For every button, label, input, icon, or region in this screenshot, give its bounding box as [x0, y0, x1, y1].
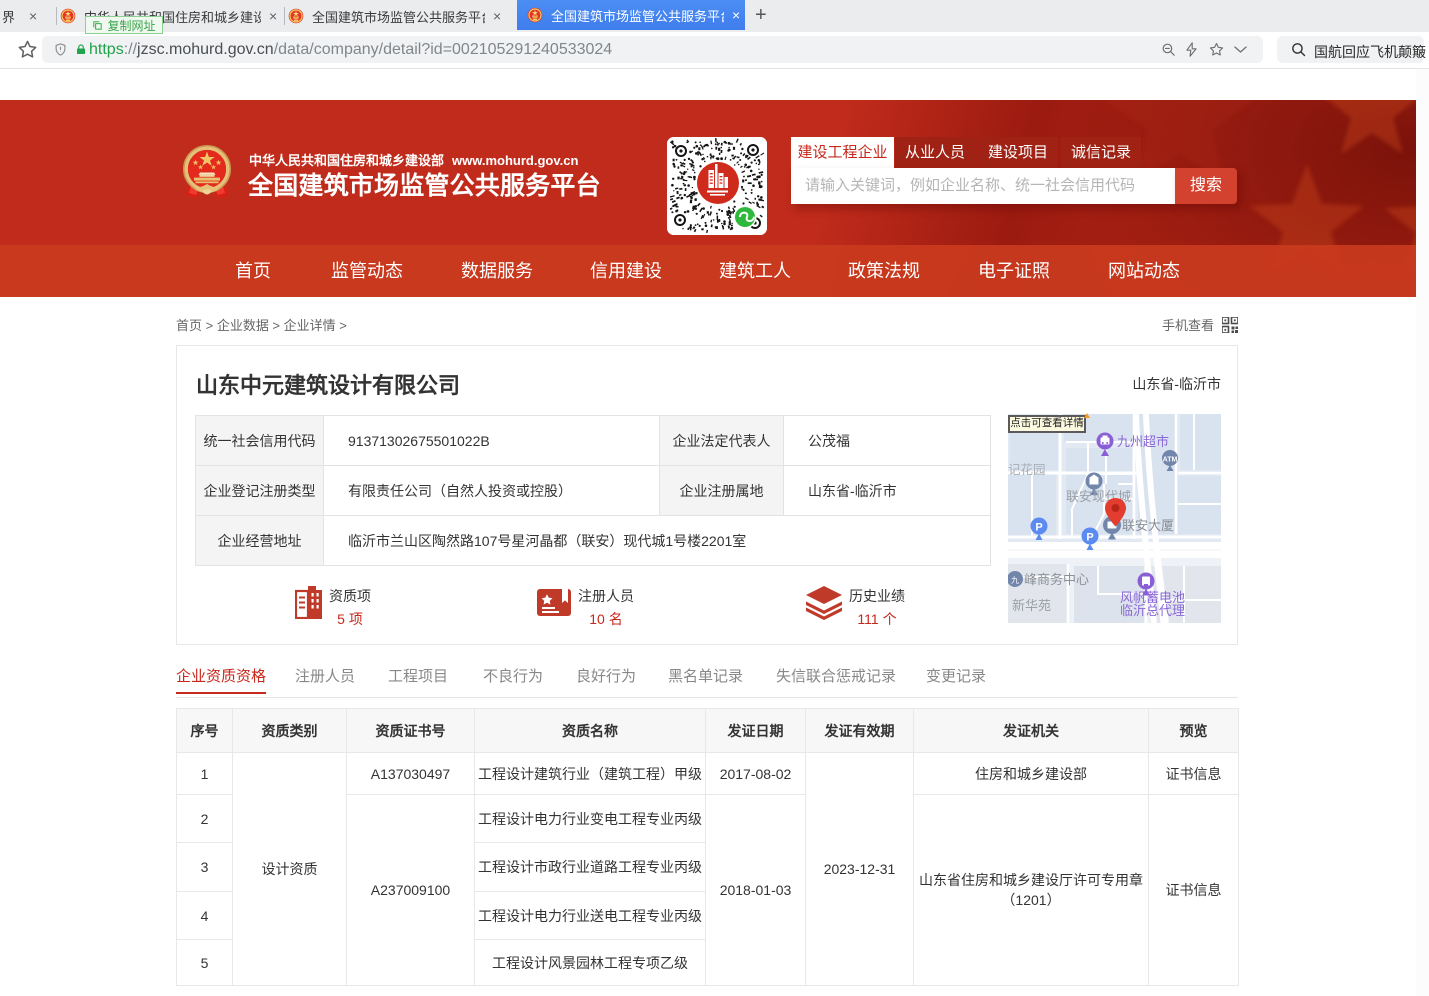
svg-text:峰商务中心: 峰商务中心	[1024, 572, 1089, 587]
svg-text:新华苑: 新华苑	[1012, 598, 1051, 613]
svg-text:九: 九	[1011, 576, 1019, 585]
svg-text:九州超市: 九州超市	[1117, 434, 1169, 449]
svg-text:记花园: 记花园	[1008, 462, 1046, 477]
svg-text:P: P	[1086, 532, 1093, 544]
svg-text:P: P	[1035, 522, 1042, 534]
svg-text:ATM: ATM	[1163, 457, 1178, 464]
svg-text:联安大厦: 联安大厦	[1122, 518, 1174, 533]
svg-text:临沂总代理: 临沂总代理	[1120, 603, 1185, 618]
